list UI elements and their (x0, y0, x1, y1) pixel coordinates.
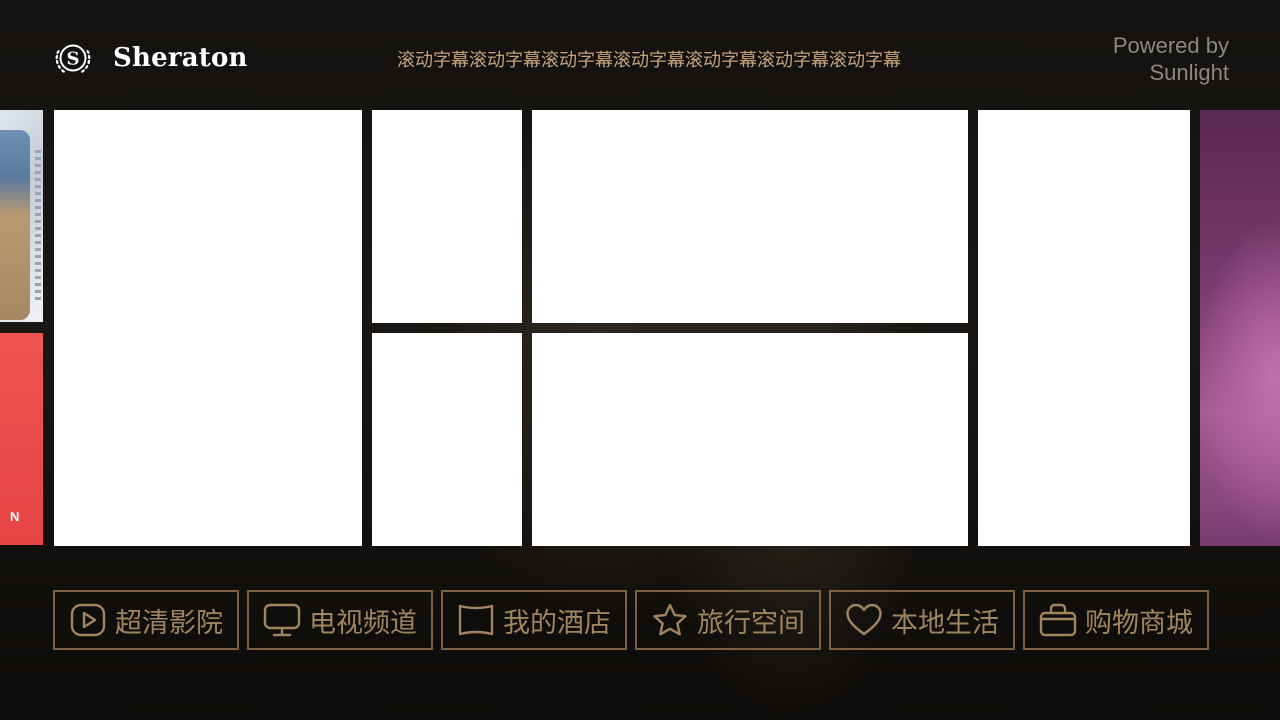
nav-item-label: 电视频道 (309, 607, 417, 639)
content-tile-small-top[interactable] (372, 110, 522, 323)
brand-name: Sheraton (113, 43, 248, 73)
nav-item-label: 本地生活 (891, 607, 999, 639)
nav-item-my-hotel[interactable]: 我的酒店 (441, 590, 627, 650)
partial-tile-left-bottom[interactable]: N (0, 333, 43, 545)
scrolling-marquee: 滚动字幕滚动字幕滚动字幕滚动字幕滚动字幕滚动字幕滚动字幕 (397, 50, 901, 71)
partial-tile-left-top[interactable] (0, 110, 43, 322)
content-tile-tall-right[interactable] (978, 110, 1190, 546)
content-tile-wide-top[interactable] (532, 110, 968, 323)
nav-item-label: 旅行空间 (697, 607, 805, 639)
powered-by-line: Powered by (1112, 33, 1229, 58)
powered-by-credit: Powered by Sunlight (1113, 32, 1229, 86)
content-tile-small-bottom[interactable] (372, 333, 522, 546)
nav-item-label: 超清影院 (115, 607, 223, 639)
sheraton-logo: S Sheraton (53, 38, 248, 78)
content-tile-large-left[interactable] (54, 110, 362, 546)
nav-item-shopping-mall[interactable]: 购物商城 (1023, 590, 1209, 650)
content-tile-wide-bottom[interactable] (532, 333, 968, 546)
partial-tile-letter: N (10, 509, 20, 524)
nav-item-label: 购物商城 (1085, 607, 1193, 639)
partial-tile-right[interactable] (1200, 110, 1280, 546)
nav-item-cinema[interactable]: 超清影院 (53, 590, 239, 650)
poster-figure (0, 130, 30, 320)
monitor-icon (263, 603, 301, 637)
flag-icon (458, 604, 494, 636)
star-icon (653, 603, 687, 636)
sheraton-emblem-icon: S (55, 44, 91, 73)
shopping-bag-icon (1039, 603, 1077, 637)
nav-item-local-life[interactable]: 本地生活 (829, 590, 1015, 650)
svg-text:S: S (67, 49, 80, 70)
header: S Sheraton 滚动字幕滚动字幕滚动字幕滚动字幕滚动字幕滚动字幕滚动字幕 … (0, 0, 1280, 110)
powered-by-brand: Sunlight (1149, 60, 1229, 85)
play-icon (70, 603, 106, 637)
nav-item-tv-channels[interactable]: 电视频道 (247, 590, 433, 650)
nav-item-travel-space[interactable]: 旅行空间 (635, 590, 821, 650)
nav-item-label: 我的酒店 (503, 607, 611, 639)
main-navigation: 超清影院 电视频道 我的酒店 旅行空间 本地生活 购物商城 (53, 590, 1209, 650)
poster-text-lines (35, 150, 41, 300)
heart-icon (846, 603, 882, 636)
